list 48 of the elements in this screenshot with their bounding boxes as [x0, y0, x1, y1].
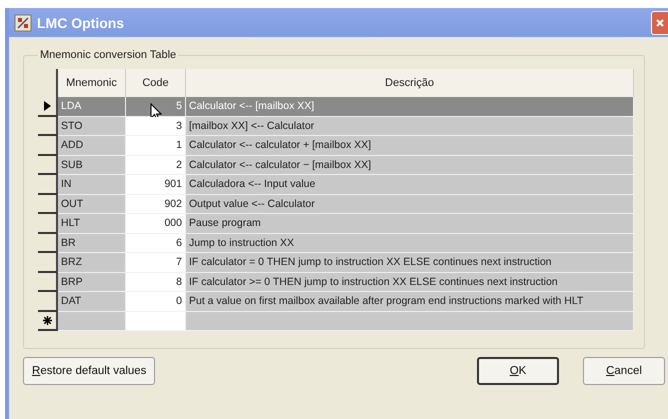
new-row-icon [42, 316, 52, 325]
group-title: Mnemonic conversion Table [39, 49, 178, 61]
table-cell: Calculator <-- calculator + [mailbox XX] [186, 136, 634, 156]
table-cell: ADD [58, 136, 126, 156]
table-cell: 3 [126, 116, 186, 136]
app-icon [14, 14, 32, 32]
cancel-button[interactable]: Cancel [583, 357, 665, 385]
table-cell [126, 312, 186, 331]
table-cell: STO [58, 116, 126, 136]
table-cell: BRZ [58, 253, 126, 272]
table-cell: 1 [126, 136, 186, 156]
column-header[interactable]: Mnemonic [58, 69, 126, 97]
table-cell: BRP [58, 272, 126, 292]
table-cell: Calculadora <-- Input value [186, 175, 634, 194]
table-cell: IN [58, 175, 126, 194]
table-cell: Calculator <-- calculator − [mailbox XX] [186, 156, 634, 175]
table-cell [58, 312, 126, 331]
close-icon [655, 18, 665, 28]
table-cell: IF calculator >= 0 THEN jump to instruction XX ELSE continues next instruction [186, 272, 634, 292]
table-cell: 7 [126, 253, 186, 272]
table-cell: 901 [126, 175, 186, 194]
table-cell: [mailbox XX] <-- Calculator [186, 116, 634, 136]
table-cell: Put a value on first mailbox available after program end instructions marked with HLT [186, 292, 634, 312]
table-cell: IF calculator = 0 THEN jump to instruction XX ELSE continues next instruction [186, 253, 634, 272]
table-cell: Calculator <-- [mailbox XX] [186, 97, 634, 116]
column-header[interactable]: Descrição [186, 69, 634, 97]
table-cell: 8 [126, 272, 186, 292]
table-cell: Jump to instruction XX [186, 234, 634, 253]
table-cell: 902 [126, 194, 186, 214]
table-cell: Output value <-- Calculator [186, 194, 634, 214]
table-cell: 000 [126, 214, 186, 234]
window-title: LMC Options [37, 14, 124, 30]
table-cell: OUT [58, 194, 126, 214]
column-header[interactable]: Code [126, 69, 186, 97]
table-cell: Pause program [186, 214, 634, 234]
table-cell: 5 [126, 97, 186, 116]
table-cell: 0 [126, 292, 186, 312]
close-button[interactable] [651, 10, 668, 34]
table-cell: HLT [58, 214, 126, 234]
current-row-icon [44, 100, 50, 111]
table-cell: LDA [58, 97, 126, 116]
table-cell: SUB [58, 156, 126, 175]
table-cell: DAT [58, 292, 126, 312]
ok-button[interactable]: OK [477, 357, 559, 385]
restore-defaults-button[interactable]: Restore default values [23, 357, 156, 385]
table-cell: 2 [126, 156, 186, 175]
table-cell: 6 [126, 234, 186, 253]
table-cell: BR [58, 234, 126, 253]
